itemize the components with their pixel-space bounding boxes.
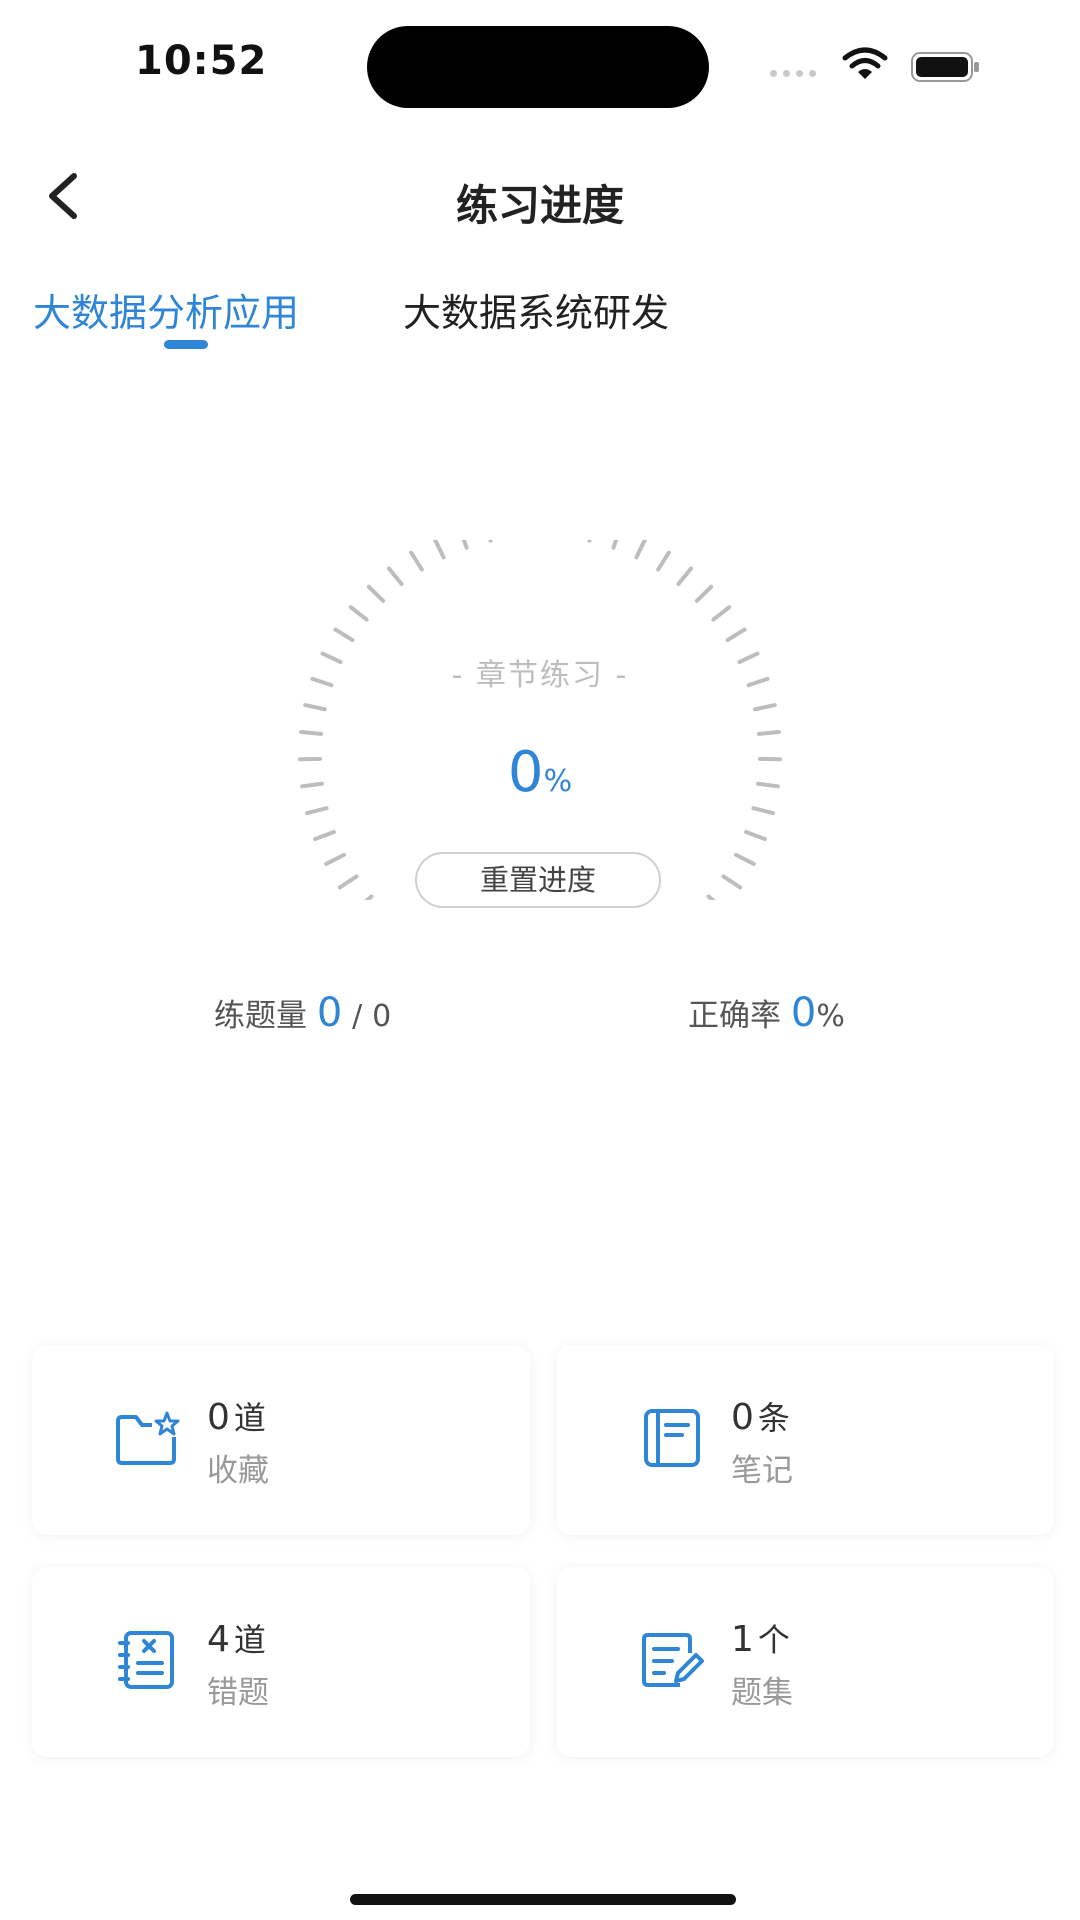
gauge-tick [432,540,446,560]
gauge-tick [348,605,369,622]
wrong-questions-value: 4 [207,1619,230,1660]
notes-card[interactable]: 0条 笔记 [556,1345,1054,1535]
gauge-tick [706,894,716,900]
question-sets-value: 1 [731,1619,754,1660]
wrong-questions-card[interactable]: 4道 错题 [32,1567,530,1757]
subject-tabs: 大数据分析应用 大数据系统研发 [0,270,1080,360]
gauge-tick [711,605,732,622]
gauge-tick [386,566,404,587]
gauge-tick [324,852,346,866]
gauge-tick [488,540,493,543]
accuracy-stat: 正确率 0% [688,990,845,1036]
gauge-tick [744,830,767,842]
question-sets-count: 1个 [731,1615,790,1661]
wifi-icon [842,47,888,79]
accuracy-unit: % [816,999,845,1034]
gauge-tick [611,540,619,550]
question-sets-card[interactable]: 1个 题集 [556,1567,1054,1757]
question-count-separator: / [352,999,363,1034]
gauge-readout: 0% [285,740,795,805]
progress-gauge: - 章节练习 - 0% 重置进度 [285,540,795,908]
question-count-total: 0 [372,999,392,1034]
gauge-tick [634,540,648,560]
gauge-tick [409,550,424,572]
folder-star-icon [116,1411,180,1465]
gauge-tick [725,627,747,643]
accuracy-label: 正确率 [688,998,781,1034]
reset-progress-button[interactable]: 重置进度 [415,852,661,908]
gauge-tick [676,566,694,587]
edit-document-icon [642,1633,704,1687]
battery-icon [911,52,979,82]
gauge-tick [313,830,336,842]
gauge-value: 0 [507,740,544,805]
favorites-card[interactable]: 0道 收藏 [32,1345,530,1535]
notes-label: 笔记 [731,1453,793,1489]
favorites-count: 0道 [207,1393,266,1439]
question-sets-unit: 个 [757,1621,790,1659]
favorites-unit: 道 [233,1399,266,1437]
wrong-questions-label: 错题 [207,1675,269,1711]
notebook-icon [644,1409,700,1467]
notes-unit: 条 [757,1399,790,1437]
gauge-tick [299,729,324,736]
gauge-tick [587,540,592,543]
notes-value: 0 [731,1397,754,1438]
question-count-label: 练题量 [214,998,307,1034]
active-tab-indicator [164,340,208,349]
status-bar: 10:52 [0,0,1080,130]
notes-count: 0条 [731,1393,790,1439]
wrong-questions-count: 4道 [207,1615,266,1661]
page-title: 练习进度 [455,181,624,230]
tab-big-data-system[interactable]: 大数据系统研发 [403,282,669,337]
status-time: 10:52 [135,38,268,84]
gauge-tick [303,703,327,712]
dynamic-island [367,26,709,108]
question-count-stat: 练题量 0 / 0 [214,990,391,1036]
gauge-tick [753,703,777,712]
gauge-tick [364,894,374,900]
gauge-tick [756,729,781,736]
gauge-tick [721,874,743,890]
gauge-unit: % [543,764,573,799]
gauge-tick [751,806,775,816]
gauge-tick [305,806,329,816]
gauge-ticks [298,540,782,900]
accuracy-value: 0 [790,990,817,1036]
tab-big-data-analysis[interactable]: 大数据分析应用 [33,282,299,337]
cellular-signal-icon [770,62,830,77]
gauge-tick [337,874,359,890]
gauge-tick [333,627,355,643]
gauge-tick [461,540,469,550]
wrong-notebook-icon [118,1631,174,1689]
gauge-tick [366,584,386,603]
gauge-tick [734,852,756,866]
home-indicator [350,1894,736,1905]
wrong-questions-unit: 道 [233,1621,266,1659]
nav-bar: 练习进度 [0,150,1080,240]
gauge-tick [694,584,714,603]
gauge-caption: - 章节练习 - [451,658,629,693]
question-sets-label: 题集 [731,1675,793,1711]
favorites-label: 收藏 [207,1453,269,1489]
favorites-value: 0 [207,1397,230,1438]
question-count-done: 0 [316,990,343,1036]
gauge-tick [656,550,671,572]
